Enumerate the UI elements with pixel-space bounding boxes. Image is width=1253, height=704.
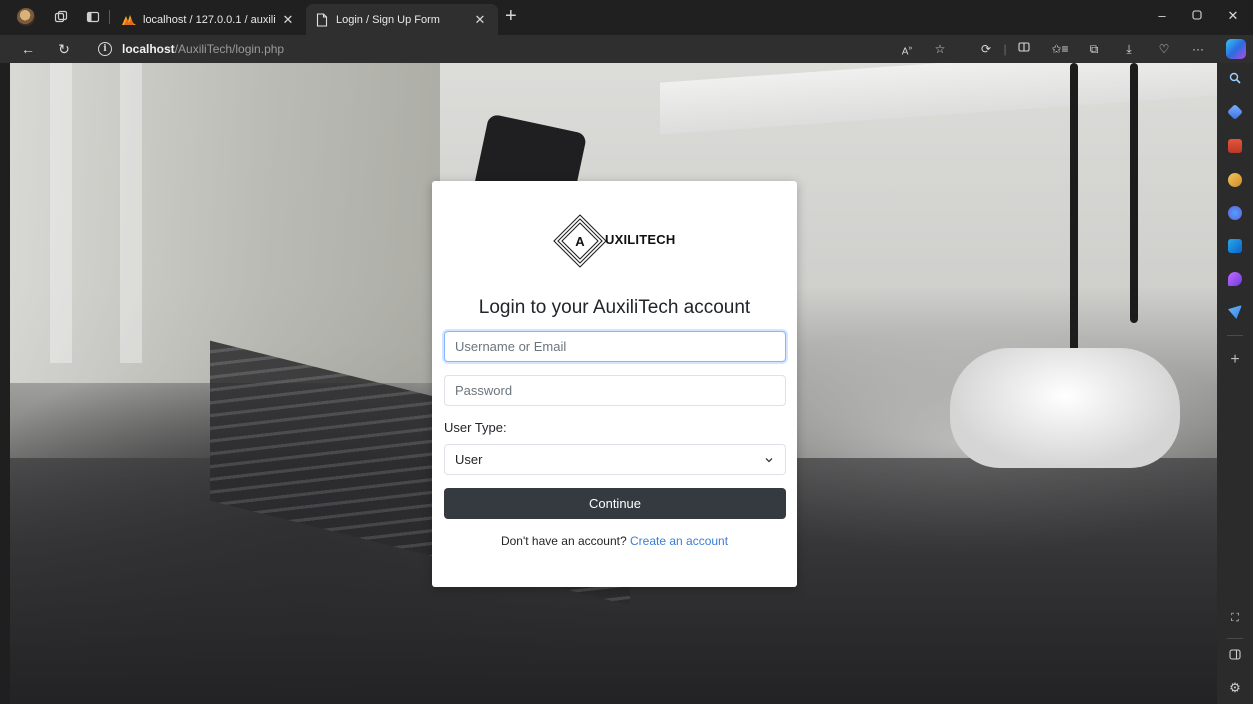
close-tab-icon[interactable]: ✕: [280, 12, 296, 28]
background-cable: [1130, 63, 1138, 323]
user-type-label: User Type:: [444, 420, 507, 435]
tab-strip-divider: [109, 10, 110, 24]
chevron-down-icon: [765, 458, 773, 463]
tab-actions-icon[interactable]: [84, 8, 102, 26]
logo-letter: A: [575, 234, 585, 249]
page-background: A UXILITECH Login to your AuxiliTech acc…: [10, 63, 1217, 704]
background-blind: [120, 63, 142, 363]
restore-icon[interactable]: [1187, 8, 1207, 23]
more-options-icon[interactable]: ···: [1189, 40, 1207, 58]
continue-button[interactable]: Continue: [444, 488, 786, 519]
url-host: localhost: [122, 42, 175, 56]
workspaces-icon[interactable]: [52, 8, 70, 26]
signup-prompt-text: Don't have an account?: [500, 534, 627, 548]
auxilitech-logo: A UXILITECH: [550, 213, 680, 269]
address-bar[interactable]: i localhost/AuxiliTech/login.php: [92, 37, 966, 61]
site-info-icon[interactable]: i: [98, 42, 112, 56]
close-tab-icon[interactable]: ✕: [472, 12, 488, 28]
favorite-star-icon[interactable]: ☆: [931, 40, 949, 58]
toolbar-divider: |: [1003, 42, 1007, 56]
password-input[interactable]: [444, 375, 786, 406]
copilot-circle-icon[interactable]: [1228, 206, 1242, 220]
login-card: A UXILITECH Login to your AuxiliTech acc…: [432, 181, 797, 587]
add-icon[interactable]: +: [1217, 351, 1253, 369]
extensions-icon[interactable]: ⟳: [977, 40, 995, 58]
toolbox-icon[interactable]: [1228, 139, 1242, 153]
refresh-icon[interactable]: ↻: [55, 40, 73, 58]
outlook-icon[interactable]: [1228, 239, 1242, 253]
sidebar-divider: [1227, 335, 1243, 336]
phpmyadmin-icon: [121, 12, 137, 28]
people-icon[interactable]: [1228, 173, 1242, 187]
page-icon: [314, 12, 330, 28]
tab-title: Login / Sign Up Form: [336, 13, 440, 26]
username-input[interactable]: [444, 331, 786, 362]
close-window-icon[interactable]: ✕: [1223, 8, 1243, 24]
new-tab-icon[interactable]: +: [505, 6, 517, 26]
send-icon[interactable]: [1228, 305, 1242, 319]
profile-avatar-icon[interactable]: [17, 8, 35, 26]
create-account-link[interactable]: Create an account: [630, 534, 728, 548]
settings-icon[interactable]: ⚙: [1217, 680, 1253, 696]
favorites-list-icon[interactable]: ✩≡: [1051, 40, 1069, 58]
tab-title: localhost / 127.0.0.1 / auxilitech /: [143, 13, 276, 26]
browser-tab-strip: localhost / 127.0.0.1 / auxilitech / ✕ L…: [0, 0, 1253, 35]
downloads-icon[interactable]: ⤓: [1120, 40, 1138, 58]
background-cable: [1070, 63, 1078, 363]
signup-prompt: Don't have an account? Create an account: [432, 534, 797, 548]
sidebar-divider: [1227, 638, 1243, 639]
tab-phpmyadmin[interactable]: localhost / 127.0.0.1 / auxilitech / ✕: [113, 4, 306, 35]
page-title: Login to your AuxiliTech account: [478, 297, 751, 318]
drop-icon[interactable]: [1228, 272, 1242, 286]
split-screen-icon[interactable]: [1015, 40, 1033, 58]
back-arrow-icon[interactable]: ←: [19, 40, 37, 58]
user-type-value: User: [455, 452, 483, 467]
background-wall: [10, 63, 440, 383]
screenshot-icon[interactable]: ⛶: [1217, 612, 1253, 625]
edge-sidebar: + ⛶ ⚙: [1217, 63, 1253, 704]
browser-essentials-icon[interactable]: ♡: [1155, 40, 1173, 58]
copilot-icon[interactable]: [1226, 39, 1246, 59]
tag-icon[interactable]: [1227, 104, 1243, 120]
search-icon[interactable]: [1217, 72, 1253, 87]
url-path: /AuxiliTech/login.php: [174, 42, 285, 56]
user-type-select[interactable]: User: [444, 444, 786, 475]
background-game-controller: [950, 348, 1180, 468]
background-blind: [50, 63, 72, 363]
minimize-icon[interactable]: –: [1152, 8, 1172, 23]
sidebar-toggle-icon[interactable]: [1217, 648, 1253, 663]
collections-icon[interactable]: ⧉: [1085, 40, 1103, 58]
logo-name: UXILITECH: [605, 232, 676, 247]
browser-toolbar: ← ↻ i localhost/AuxiliTech/login.php A» …: [0, 35, 1253, 63]
read-aloud-icon[interactable]: A»: [898, 40, 916, 61]
tab-login-form[interactable]: Login / Sign Up Form ✕: [306, 4, 498, 35]
